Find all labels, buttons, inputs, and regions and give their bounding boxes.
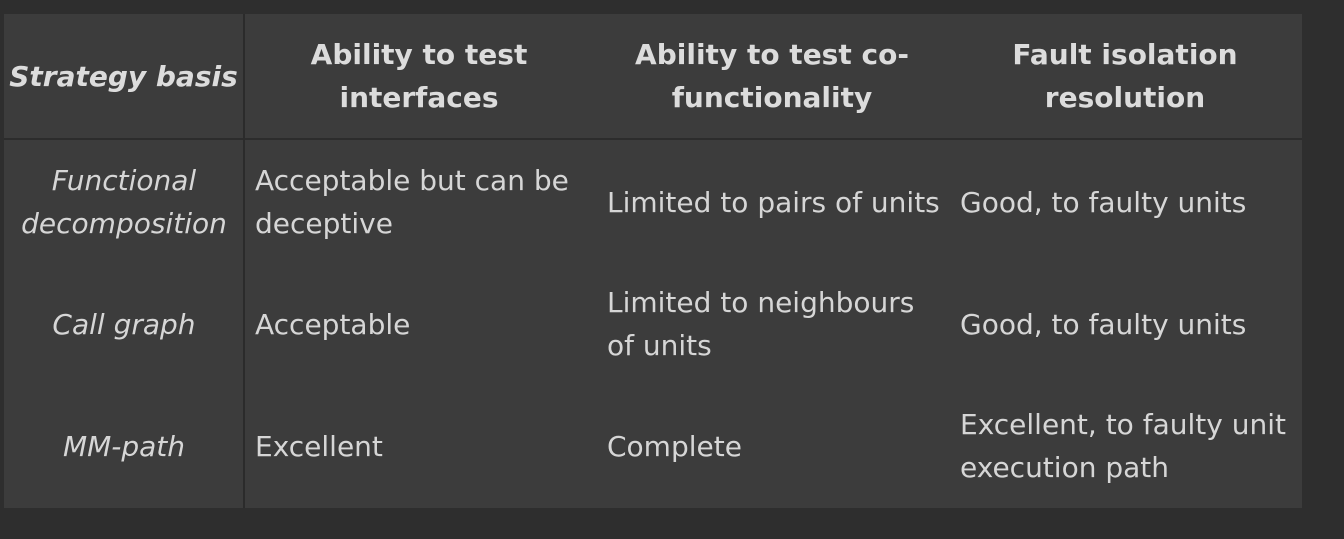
row-3-interfaces: Excellent (255, 429, 383, 463)
row-2-cofunctionality: Limited to neighbours of units (607, 286, 915, 362)
row-3-basis: MM-path (62, 429, 186, 463)
comparison-table: Strategy basis Ability to test interface… (4, 14, 1302, 508)
row-3-cofunctionality: Complete (607, 429, 742, 463)
header-cofunctionality: Ability to test co-functionality (635, 38, 909, 114)
row-1-interfaces: Acceptable but can be deceptive (255, 164, 569, 240)
column-divider (243, 14, 245, 508)
row-1-fault-isolation: Good, to faulty units (960, 185, 1247, 219)
row-1-basis: Functional decomposition (21, 164, 227, 240)
row-1-cofunctionality: Limited to pairs of units (607, 185, 940, 219)
header-interfaces: Ability to test interfaces (310, 38, 528, 114)
row-2-fault-isolation: Good, to faulty units (960, 307, 1247, 341)
row-2-basis: Call graph (52, 307, 196, 341)
header-fault-isolation: Fault isolation resolution (1012, 38, 1238, 114)
header-strategy-basis: Strategy basis (9, 59, 238, 93)
row-3-fault-isolation: Excellent, to faulty unit execution path (960, 408, 1286, 484)
row-2-interfaces: Acceptable (255, 307, 411, 341)
